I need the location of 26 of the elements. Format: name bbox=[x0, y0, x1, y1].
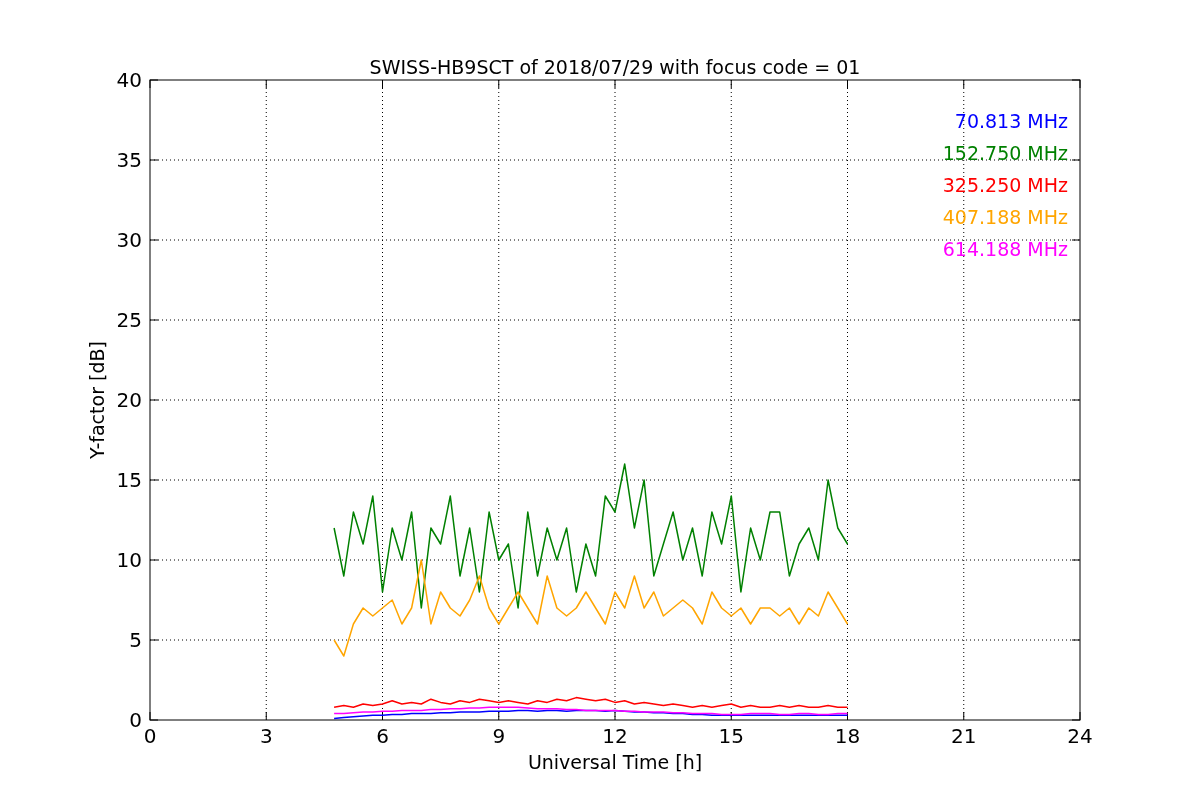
x-tick-label: 24 bbox=[1067, 724, 1093, 748]
y-tick-label: 35 bbox=[116, 148, 142, 172]
y-tick-label: 30 bbox=[116, 228, 142, 252]
legend-entry: 325.250 MHz bbox=[942, 174, 1068, 196]
y-tick-label: 25 bbox=[116, 308, 142, 332]
x-tick-label: 12 bbox=[602, 724, 628, 748]
x-tick-label: 0 bbox=[143, 724, 157, 748]
chart-title: SWISS-HB9SCT of 2018/07/29 with focus code = 01 bbox=[369, 56, 861, 78]
y-tick-label: 10 bbox=[116, 548, 142, 572]
legend-entry: 614.188 MHz bbox=[942, 238, 1068, 260]
x-tick-label: 18 bbox=[834, 724, 861, 748]
legend-entry: 70.813 MHz bbox=[954, 110, 1068, 132]
legend-entry: 152.750 MHz bbox=[942, 142, 1068, 164]
y-tick-label: 15 bbox=[116, 468, 142, 492]
x-tick-label: 6 bbox=[376, 724, 389, 748]
x-axis-label: Universal Time [h] bbox=[527, 751, 703, 773]
y-tick-label: 20 bbox=[116, 388, 142, 412]
x-tick-label: 15 bbox=[718, 724, 744, 748]
y-tick-label: 5 bbox=[129, 628, 142, 652]
y-axis-label: Y-factor [dB] bbox=[86, 341, 108, 459]
y-tick-label: 0 bbox=[129, 708, 142, 732]
x-tick-label: 21 bbox=[951, 724, 977, 748]
x-tick-label: 9 bbox=[492, 724, 506, 748]
legend-entry: 407.188 MHz bbox=[942, 206, 1068, 228]
x-tick-label: 3 bbox=[259, 724, 273, 748]
y-tick-label: 40 bbox=[116, 68, 142, 92]
